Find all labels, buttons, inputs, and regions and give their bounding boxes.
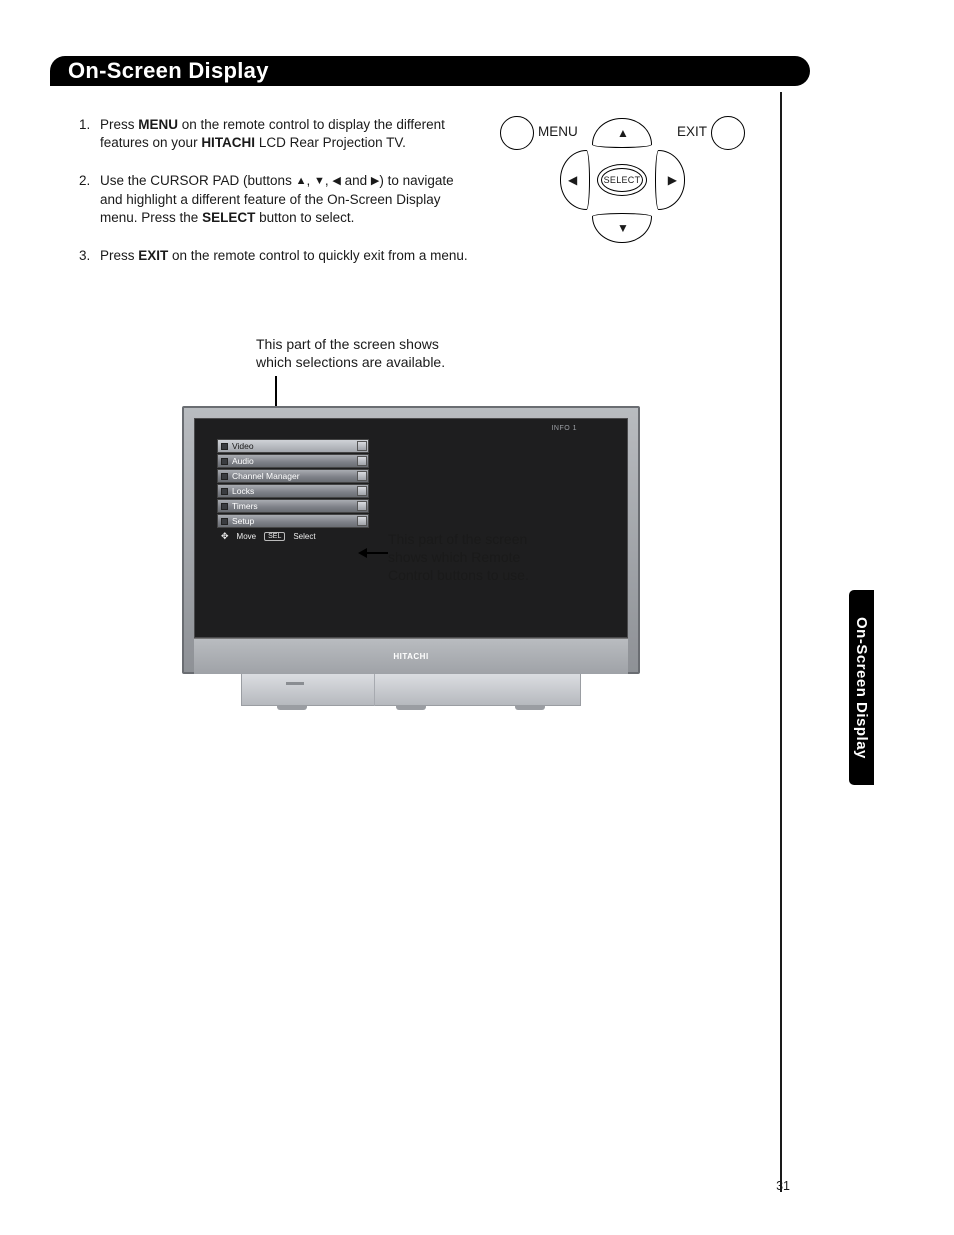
stand-seam — [374, 674, 375, 706]
bold-brand: HITACHI — [201, 135, 255, 150]
down-triangle-icon: ▼ — [314, 174, 325, 189]
text: button to select. — [255, 210, 354, 225]
text: Use the CURSOR PAD (buttons — [100, 173, 296, 188]
tv-brand-logo: HITACHI — [393, 652, 428, 661]
osd-item-label: Setup — [232, 516, 254, 526]
text: , — [306, 173, 314, 188]
stand-slot-icon — [286, 682, 304, 685]
bold-menu: MENU — [138, 117, 178, 132]
exit-button-icon — [711, 116, 745, 150]
menu-button-icon — [500, 116, 534, 150]
arrow-left-icon — [360, 552, 388, 554]
osd-hint-bar: ✥ Move SEL Select — [217, 529, 347, 543]
osd-item-timers: Timers — [217, 499, 369, 513]
submenu-icon — [357, 501, 367, 511]
right-margin-rule — [780, 92, 782, 1192]
bullet-icon — [221, 473, 228, 480]
info-indicator: INFO 1 — [551, 425, 577, 432]
select-label: SELECT — [601, 168, 643, 192]
hint-move-label: Move — [237, 532, 257, 541]
bullet-icon — [221, 518, 228, 525]
foot-mid-icon — [396, 706, 426, 710]
cursor-pad-icon: ▲ ▼ ◀ ▶ SELECT — [560, 118, 685, 243]
tv-lower-bezel: HITACHI — [194, 638, 628, 674]
submenu-icon — [357, 456, 367, 466]
osd-item-setup: Setup — [217, 514, 369, 528]
bold-select: SELECT — [202, 210, 255, 225]
osd-item-label: Timers — [232, 501, 258, 511]
submenu-icon — [357, 441, 367, 451]
tv-screen: INFO 1 Video Audio Channel Manager Locks… — [194, 418, 628, 638]
bullet-icon — [221, 488, 228, 495]
text: LCD Rear Projection TV. — [255, 135, 406, 150]
submenu-icon — [357, 471, 367, 481]
osd-item-label: Audio — [232, 456, 254, 466]
osd-item-label: Channel Manager — [232, 471, 300, 481]
remote-control-diagram: MENU EXIT ▲ ▼ ◀ ▶ SELECT — [500, 110, 745, 255]
left-triangle-icon: ◀ — [332, 174, 340, 189]
bold-exit: EXIT — [138, 248, 168, 263]
up-arrow-icon: ▲ — [617, 126, 629, 140]
side-tab: On-Screen Display — [849, 590, 874, 785]
osd-item-locks: Locks — [217, 484, 369, 498]
text: on the remote control to quickly exit fr… — [168, 248, 467, 263]
select-button-icon: SELECT — [597, 164, 647, 196]
down-arrow-icon: ▼ — [617, 221, 629, 235]
instruction-list: Press MENU on the remote control to disp… — [72, 116, 472, 285]
left-arrow-icon: ◀ — [568, 173, 577, 187]
section-title-bar: On-Screen Display — [50, 56, 810, 86]
right-triangle-icon: ▶ — [371, 174, 379, 189]
move-cursor-icon: ✥ — [221, 531, 229, 542]
bullet-icon — [221, 503, 228, 510]
instruction-item-3: Press EXIT on the remote control to quic… — [94, 247, 472, 265]
hint-select-label: Select — [293, 532, 315, 541]
text: , — [325, 173, 333, 188]
osd-item-label: Video — [232, 441, 254, 451]
osd-item-channel-manager: Channel Manager — [217, 469, 369, 483]
tv-stand — [241, 674, 581, 706]
submenu-icon — [357, 516, 367, 526]
submenu-icon — [357, 486, 367, 496]
osd-item-video: Video — [217, 439, 369, 453]
page-number: 31 — [776, 1179, 790, 1193]
up-triangle-icon: ▲ — [296, 174, 307, 189]
osd-menu: Video Audio Channel Manager Locks Timers… — [217, 439, 369, 543]
text: and — [341, 173, 371, 188]
foot-left-icon — [277, 706, 307, 710]
right-arrow-icon: ▶ — [668, 173, 677, 187]
foot-right-icon — [515, 706, 545, 710]
sel-tag-icon: SEL — [264, 532, 285, 541]
text: Press — [100, 248, 138, 263]
annotation-selections: This part of the screen shows which sele… — [256, 335, 476, 371]
osd-item-label: Locks — [232, 486, 254, 496]
bullet-icon — [221, 458, 228, 465]
bullet-icon — [221, 443, 228, 450]
text: Press — [100, 117, 138, 132]
section-title: On-Screen Display — [68, 58, 269, 84]
tv-feet — [241, 706, 581, 710]
instruction-item-1: Press MENU on the remote control to disp… — [94, 116, 472, 152]
annotation-remote-buttons: This part of the screen shows which Remo… — [388, 530, 568, 585]
osd-item-audio: Audio — [217, 454, 369, 468]
instruction-item-2: Use the CURSOR PAD (buttons ▲, ▼, ◀ and … — [94, 172, 472, 227]
